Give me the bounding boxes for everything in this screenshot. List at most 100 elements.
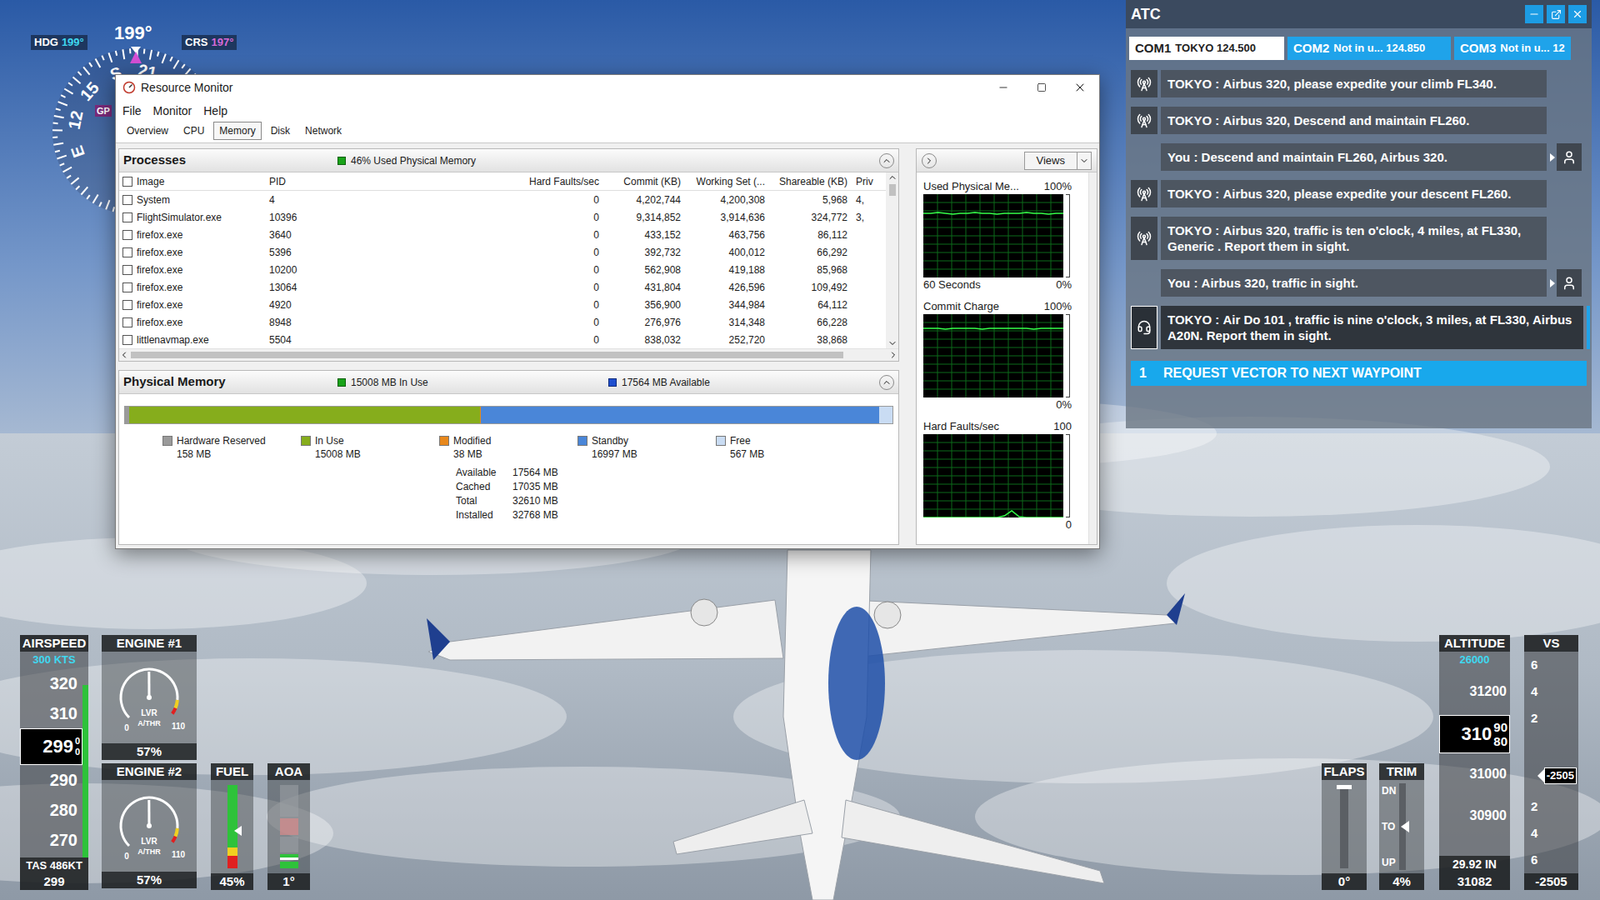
tab[interactable]: Disk <box>265 121 296 140</box>
atc-window[interactable]: ATC COM1TOKYO 124.500COM2Not in u... 124.… <box>1125 0 1592 429</box>
column-header[interactable]: Hard Faults/sec <box>520 174 605 190</box>
tab[interactable]: CPU <box>177 121 210 140</box>
checkbox[interactable] <box>122 300 133 310</box>
menu-item[interactable]: Help <box>203 102 228 120</box>
instrument-label: TRIM <box>1379 763 1425 780</box>
com-tab[interactable]: COM2Not in u... 124.850 <box>1287 36 1451 60</box>
title-bar[interactable]: Resource Monitor <box>115 75 1100 100</box>
tab-bar: OverviewCPUMemoryDiskNetwork <box>115 121 1100 144</box>
column-header[interactable]: PID <box>265 174 305 190</box>
table-cell: System <box>119 192 266 208</box>
tab[interactable]: Memory <box>213 121 261 140</box>
table-cell: firefox.exe <box>119 297 266 313</box>
views-button[interactable]: Views <box>1024 151 1092 170</box>
horizontal-scrollbar[interactable] <box>119 348 899 361</box>
content: Processes46% Used Physical MemoryImagePI… <box>115 143 1100 549</box>
section-header[interactable]: Physical Memory15008 MB In Use17564 MB A… <box>119 370 899 395</box>
close-button[interactable] <box>1060 75 1100 100</box>
column-header[interactable]: Commit (KB) <box>604 174 686 190</box>
table-cell: 4,200,308 <box>685 192 770 208</box>
table-cell: 356,900 <box>604 297 686 313</box>
speed-tick: 290 <box>20 765 83 795</box>
column-header[interactable]: Working Set (... <box>685 174 770 190</box>
checkbox[interactable] <box>122 317 133 328</box>
reply-arrow-icon <box>1550 153 1555 162</box>
checkbox[interactable] <box>122 265 133 275</box>
checkbox[interactable] <box>122 230 133 240</box>
menu-item[interactable]: File <box>122 102 142 120</box>
maximize-button[interactable] <box>1022 75 1061 100</box>
vs-tick: 2 <box>1530 793 1579 820</box>
checkbox[interactable] <box>122 212 133 223</box>
process-row[interactable]: firefox.exe89480276,976314,34866,228 <box>119 313 886 331</box>
scroll-up-icon[interactable] <box>887 172 898 183</box>
minimize-button[interactable] <box>984 75 1023 100</box>
expand-button[interactable] <box>921 153 937 169</box>
altitude-target: 26000 <box>1439 651 1510 669</box>
tab[interactable]: Overview <box>120 121 175 140</box>
table-cell: 5504 <box>265 332 305 348</box>
process-row[interactable]: FlightSimulator.exe1039609,314,8523,914,… <box>119 208 886 226</box>
process-row[interactable]: firefox.exe36400433,152463,75686,112 <box>119 225 886 244</box>
memory-bar-segment <box>129 406 481 424</box>
processes-section: Processes46% Used Physical MemoryImagePI… <box>118 148 900 362</box>
collapse-button[interactable] <box>879 375 895 390</box>
com-tab[interactable]: COM3Not in u... 12 <box>1454 36 1571 60</box>
trim-label: TO <box>1381 819 1396 835</box>
process-row[interactable]: System404,202,7444,200,3085,9684, <box>119 190 886 209</box>
close-button[interactable] <box>1568 5 1587 24</box>
checkbox[interactable] <box>122 335 133 345</box>
resource-monitor-icon <box>122 80 136 95</box>
instrument-label: FLAPS <box>1321 763 1367 780</box>
process-row[interactable]: firefox.exe53960392,732400,01266,292 <box>119 243 886 261</box>
message-bubble: TOKYO : Airbus 320, please expedite your… <box>1160 180 1547 208</box>
menu-item[interactable]: Monitor <box>153 102 193 120</box>
stat-label: Cached <box>455 480 513 495</box>
vertical-scrollbar[interactable] <box>885 172 899 349</box>
checkbox[interactable] <box>122 195 133 205</box>
instrument-readout: 4% <box>1379 873 1425 890</box>
scroll-down-icon[interactable] <box>887 338 898 349</box>
message-scrollbar[interactable] <box>1586 305 1590 350</box>
altitude-tape: ALTITUDE26000312003109080310003090029.92… <box>1439 635 1510 890</box>
atc-message: TOKYO : Airbus 320, traffic is ten o'clo… <box>1130 216 1584 260</box>
atc-title-bar[interactable]: ATC <box>1125 0 1592 29</box>
graph-pane-header: Views <box>916 149 1097 173</box>
tab[interactable]: Network <box>299 121 348 140</box>
table-cell: 0 <box>520 245 605 260</box>
table-cell: 324,772 <box>770 210 853 225</box>
process-row[interactable]: firefox.exe130640431,804426,596109,492 <box>119 278 886 296</box>
compass-label: 15 <box>76 78 103 105</box>
column-header[interactable]: Image <box>119 174 266 190</box>
process-row[interactable]: firefox.exe49200356,900344,98464,112 <box>119 295 886 314</box>
table-cell: 431,804 <box>604 280 686 295</box>
process-row[interactable]: littlenavmap.exe55040838,032252,72038,86… <box>119 330 886 349</box>
section-header[interactable]: Processes46% Used Physical Memory <box>119 149 899 173</box>
current-altitude: 3109080 <box>1439 715 1510 754</box>
table-cell: firefox.exe <box>119 315 266 330</box>
table-cell: 3640 <box>265 227 305 243</box>
scroll-right-icon[interactable] <box>888 350 899 360</box>
process-row[interactable]: firefox.exe102000562,908419,18885,968 <box>119 260 886 279</box>
vertical-speed: VS642246-2505-2505 <box>1524 635 1579 890</box>
column-header[interactable]: Shareable (KB) <box>770 174 853 190</box>
minimize-button[interactable] <box>1525 5 1544 24</box>
graph-scrollbar[interactable] <box>1088 172 1097 545</box>
stat-label: Available <box>455 465 513 480</box>
atc-option[interactable]: 1REQUEST VECTOR TO NEXT WAYPOINT <box>1130 360 1587 386</box>
scroll-left-icon[interactable] <box>119 350 130 360</box>
table-cell: 4 <box>265 192 305 208</box>
table-cell: firefox.exe <box>119 262 266 278</box>
vs-tick: 4 <box>1530 678 1579 705</box>
com-tab[interactable]: COM1TOKYO 124.500 <box>1129 36 1285 60</box>
collapse-button[interactable] <box>879 153 895 169</box>
table-cell: 562,908 <box>604 262 686 278</box>
checkbox[interactable] <box>122 176 133 187</box>
checkbox[interactable] <box>122 282 133 293</box>
column-header[interactable]: Priv <box>852 174 886 190</box>
resource-monitor-window[interactable]: Resource MonitorFileMonitorHelpOverviewC… <box>115 74 1100 550</box>
instrument-label: AIRSPEED <box>20 635 89 652</box>
svg-text:0: 0 <box>124 723 130 733</box>
checkbox[interactable] <box>122 247 133 258</box>
undock-button[interactable] <box>1546 5 1565 24</box>
